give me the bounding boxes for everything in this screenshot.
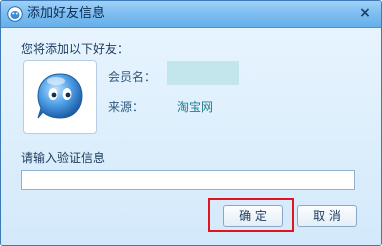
avatar xyxy=(23,60,97,134)
verify-message-input[interactable] xyxy=(21,170,355,190)
close-button[interactable]: × xyxy=(357,5,373,21)
dialog-body: 您将添加以下好友： 会员名： 来源： 淘宝网 请输入验证信息 确 定 取 消 xyxy=(1,28,381,245)
verify-message-label: 请输入验证信息 xyxy=(21,151,106,165)
qq-penguin-icon xyxy=(7,6,23,22)
member-name-label: 会员名： xyxy=(108,70,157,84)
add-friend-dialog: 添加好友信息 × 您将添加以下好友： 会员名： 来源： 淘宝网 请输入验证信息 … xyxy=(0,0,382,246)
ok-button[interactable]: 确 定 xyxy=(223,205,283,227)
dialog-title: 添加好友信息 xyxy=(27,6,106,21)
aliwangwang-avatar-icon xyxy=(37,73,83,119)
add-friend-heading: 您将添加以下好友： xyxy=(21,42,130,56)
title-bar[interactable]: 添加好友信息 × xyxy=(1,1,381,28)
source-label: 来源： xyxy=(108,100,145,114)
member-name-value xyxy=(167,61,239,85)
source-value: 淘宝网 xyxy=(177,100,214,114)
cancel-button[interactable]: 取 消 xyxy=(297,205,357,227)
